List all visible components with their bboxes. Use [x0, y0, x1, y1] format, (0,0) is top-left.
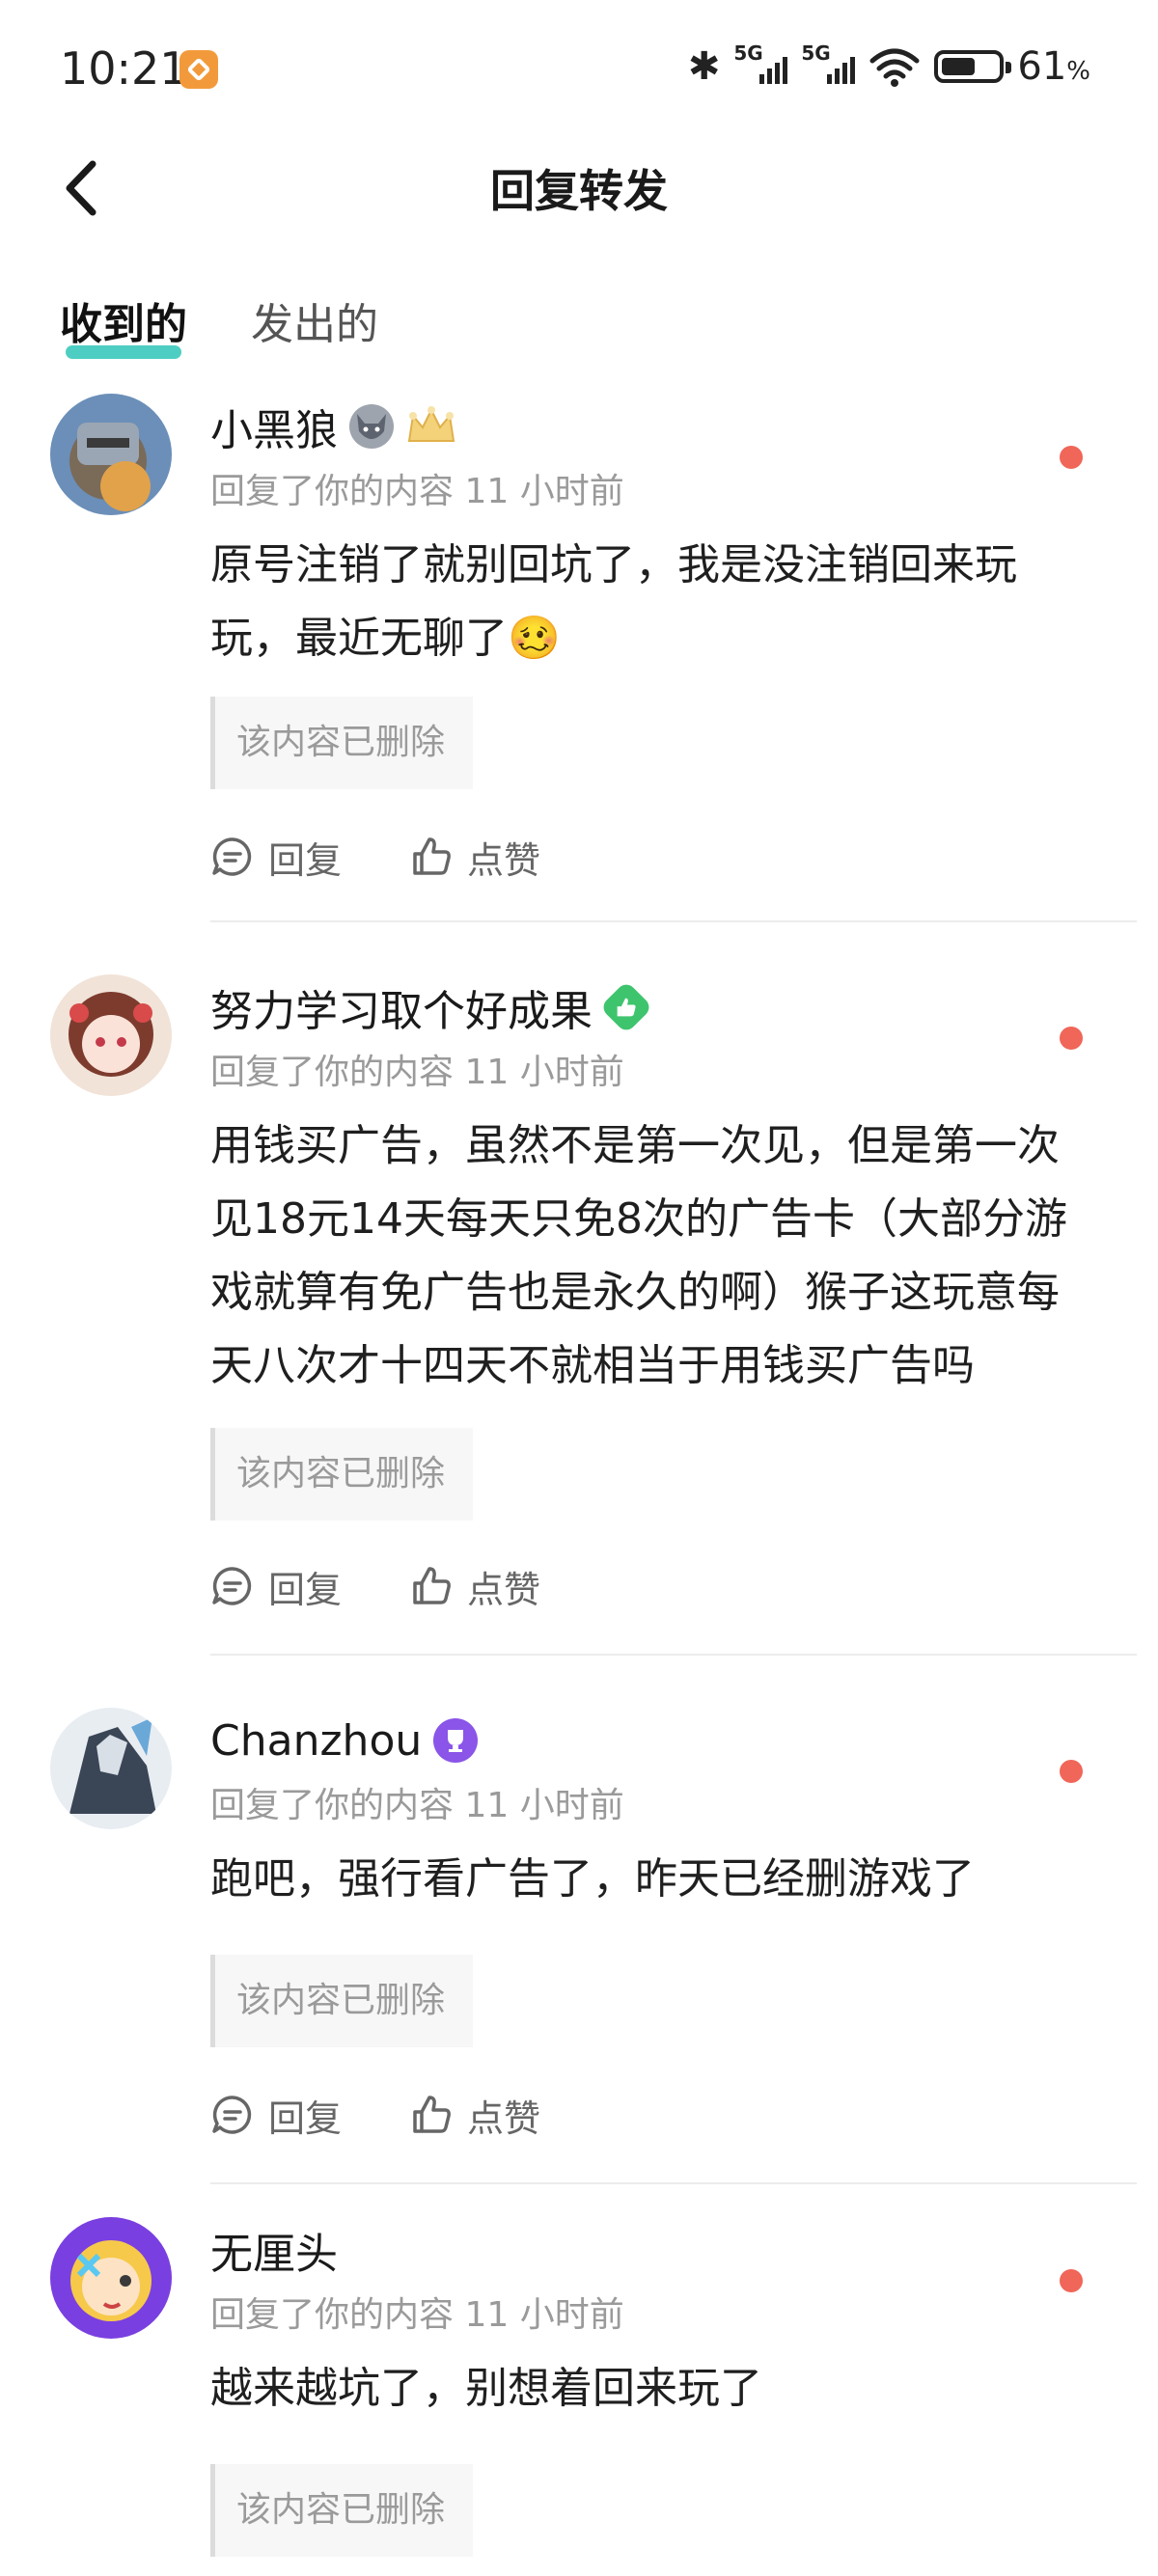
thumbs-up-icon — [413, 837, 451, 875]
divider — [210, 920, 1137, 922]
username[interactable]: 努力学习取个好成果 — [210, 976, 593, 1038]
status-time: 10:21 — [60, 42, 188, 95]
divider — [210, 1654, 1137, 1656]
unread-dot — [1060, 2269, 1083, 2292]
list-item[interactable]: 努力学习取个好成果 回复了你的内容 11 小时前 用钱买广告，虽然不是第一次见，… — [0, 967, 1158, 1700]
crown-icon — [405, 404, 455, 449]
quoted-content[interactable]: 该内容已删除 — [210, 2464, 473, 2557]
reply-meta: 回复了你的内容 11 小时前 — [210, 1053, 624, 1092]
nav-bar: 回复转发 — [0, 135, 1158, 241]
status-icons: ✱ 5G 5G 61% — [687, 41, 1090, 91]
like-button[interactable]: 点赞 — [409, 1560, 540, 1613]
tab-bar: 收到的 发出的 — [60, 289, 378, 367]
cellular-signal-icon: 5G — [733, 41, 788, 88]
unread-dot — [1060, 446, 1083, 469]
tab-sent[interactable]: 发出的 — [251, 289, 378, 367]
unread-dot — [1060, 1027, 1083, 1050]
username[interactable]: 无厘头 — [210, 2219, 338, 2281]
list-item[interactable]: 小黑狼 回复了你的内容 11 小时前 原号注销了就别回坑了，我是没注销回来玩玩，… — [0, 386, 1158, 922]
avatar[interactable] — [50, 1708, 172, 1829]
battery-icon — [934, 50, 1012, 83]
list-item[interactable]: Chanzhou 回复了你的内容 11 小时前 跑吧，强行看广告了，昨天已经删游… — [0, 1700, 1158, 2209]
username[interactable]: 小黑狼 — [210, 396, 338, 457]
list-item[interactable]: 无厘头 回复了你的内容 11 小时前 越来越坑了，别想着回来玩了 该内容已删除 — [0, 2209, 1158, 2576]
like-button[interactable]: 点赞 — [409, 831, 540, 884]
wifi-icon — [869, 48, 920, 87]
cellular-signal-icon: 5G — [801, 41, 856, 88]
reply-content[interactable]: 越来越坑了，别想着回来玩了 — [210, 2352, 1098, 2425]
reply-button[interactable]: 回复 — [210, 831, 342, 884]
thumbs-up-badge-icon — [599, 980, 653, 1034]
page-title: 回复转发 — [490, 165, 668, 217]
quoted-content[interactable]: 该内容已删除 — [210, 697, 473, 789]
reply-button[interactable]: 回复 — [210, 2089, 342, 2142]
reply-content[interactable]: 原号注销了就别回坑了，我是没注销回来玩玩，最近无聊了🥴 — [210, 529, 1098, 675]
reply-button[interactable]: 回复 — [210, 1560, 342, 1613]
reply-content[interactable]: 用钱买广告，虽然不是第一次见，但是第一次见18元14天每天只免8次的广告卡（大部… — [210, 1110, 1098, 1403]
comment-icon — [212, 837, 252, 876]
avatar[interactable] — [50, 974, 172, 1096]
quoted-content[interactable]: 该内容已删除 — [210, 1428, 473, 1521]
divider — [210, 2182, 1137, 2184]
avatar[interactable] — [50, 394, 172, 515]
thumbs-up-icon — [413, 2096, 451, 2133]
reply-meta: 回复了你的内容 11 小时前 — [210, 472, 624, 511]
comment-icon — [212, 1567, 252, 1605]
quoted-content[interactable]: 该内容已删除 — [210, 1955, 473, 2047]
reply-meta: 回复了你的内容 11 小时前 — [210, 1786, 624, 1825]
status-bar: 10:21 ✱ 5G 5G 61% — [0, 0, 1158, 135]
trophy-badge-icon — [433, 1718, 479, 1763]
app-notification-icon — [179, 50, 218, 89]
like-button[interactable]: 点赞 — [409, 2089, 540, 2142]
unread-dot — [1060, 1760, 1083, 1783]
tab-received[interactable]: 收到的 — [60, 289, 187, 367]
reply-content[interactable]: 跑吧，强行看广告了，昨天已经删游戏了 — [210, 1843, 1098, 1916]
woozy-face-emoji-icon: 🥴 — [508, 614, 561, 663]
wolf-emoji-icon — [349, 404, 394, 449]
bluetooth-icon: ✱ — [687, 44, 721, 89]
reply-list: 小黑狼 回复了你的内容 11 小时前 原号注销了就别回坑了，我是没注销回来玩玩，… — [0, 386, 1158, 2557]
thumbs-up-icon — [413, 1567, 451, 1604]
battery-percent: 61% — [1017, 44, 1090, 89]
username[interactable]: Chanzhou — [210, 1716, 422, 1766]
comment-icon — [212, 2096, 252, 2134]
reply-meta: 回复了你的内容 11 小时前 — [210, 2295, 624, 2335]
avatar[interactable] — [50, 2217, 172, 2339]
